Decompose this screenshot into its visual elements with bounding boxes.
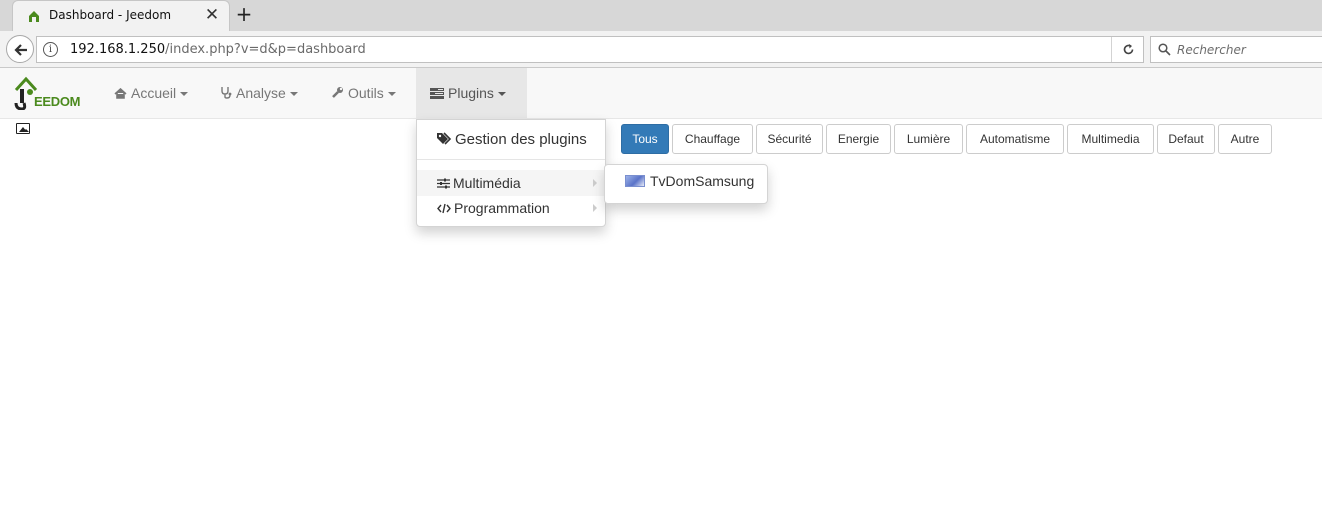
filter-automatisme[interactable]: Automatisme [966, 124, 1064, 154]
back-button[interactable] [6, 35, 34, 63]
back-arrow-icon [14, 44, 27, 56]
url-host: 192.168.1.250 [70, 42, 166, 57]
reload-button[interactable] [1111, 37, 1144, 62]
submenu-tvdomsamsung[interactable]: TvDomSamsung [605, 173, 767, 189]
browser-tab[interactable]: Dashboard - Jeedom ✕ [12, 0, 230, 31]
picture-icon[interactable] [16, 123, 30, 134]
url-text: 192.168.1.250/index.php?v=d&p=dashboard [70, 42, 366, 57]
nav-plugins[interactable]: Plugins [416, 68, 527, 119]
chevron-right-icon [593, 204, 597, 212]
jeedom-favicon-icon [29, 11, 39, 22]
plugins-dropdown-menu: Gestion des plugins Multimédia Programma… [416, 119, 606, 227]
nav-accueil-label: Accueil [131, 85, 177, 101]
filter-securite[interactable]: Sécurité [756, 124, 823, 154]
info-icon[interactable]: i [43, 42, 58, 57]
url-path: /index.php?v=d&p=dashboard [165, 42, 366, 57]
menu-divider [417, 159, 605, 160]
caret-down-icon [289, 92, 298, 97]
home-icon [114, 88, 127, 99]
submenu-tvdomsamsung-label: TvDomSamsung [650, 173, 755, 189]
nav-analyse-label: Analyse [236, 85, 286, 101]
browser-toolbar: i 192.168.1.250/index.php?v=d&p=dashboar… [0, 31, 1322, 68]
filter-multimedia[interactable]: Multimedia [1067, 124, 1154, 154]
filter-lumiere[interactable]: Lumière [894, 124, 963, 154]
nav-analyse[interactable]: Analyse [206, 68, 312, 119]
nav-outils[interactable]: Outils [317, 68, 410, 119]
filter-chauffage[interactable]: Chauffage [672, 124, 753, 154]
search-bar[interactable]: Rechercher [1150, 36, 1322, 63]
filter-autre[interactable]: Autre [1218, 124, 1272, 154]
tags-icon [437, 132, 452, 145]
wrench-icon [332, 87, 343, 98]
jeedom-logo[interactable]: EEDOM [14, 76, 88, 112]
code-icon [437, 203, 451, 214]
multimedia-submenu: TvDomSamsung [604, 164, 768, 204]
tvdomsamsung-plugin-icon [625, 175, 645, 187]
menu-gestion-label: Gestion des plugins [455, 131, 587, 148]
menu-multimedia-label: Multimédia [453, 175, 521, 191]
reload-icon [1123, 44, 1134, 55]
menu-programmation-label: Programmation [454, 200, 550, 216]
search-placeholder: Rechercher [1177, 43, 1246, 57]
caret-down-icon [497, 92, 506, 97]
menu-gestion-plugins[interactable]: Gestion des plugins [417, 130, 605, 150]
chevron-right-icon [593, 179, 597, 187]
filter-tous[interactable]: Tous [621, 124, 669, 154]
nav-plugins-label: Plugins [448, 85, 494, 101]
stethoscope-icon [221, 87, 232, 99]
browser-tab-strip: Dashboard - Jeedom ✕ + [0, 0, 1322, 31]
caret-down-icon [387, 92, 396, 97]
menu-programmation[interactable]: Programmation [417, 197, 605, 219]
nav-accueil[interactable]: Accueil [100, 68, 202, 119]
tab-close-icon[interactable]: ✕ [203, 5, 221, 25]
tasks-icon [430, 88, 444, 99]
menu-multimedia[interactable]: Multimédia [417, 170, 605, 196]
filter-energie[interactable]: Energie [826, 124, 891, 154]
logo-text: EEDOM [34, 94, 81, 109]
search-icon [1158, 43, 1171, 56]
app-navbar: EEDOM Accueil Analyse Outils Plugins [0, 68, 1322, 119]
caret-down-icon [180, 92, 189, 97]
filter-defaut[interactable]: Defaut [1157, 124, 1215, 154]
tab-title: Dashboard - Jeedom [49, 8, 172, 22]
nav-outils-label: Outils [348, 85, 384, 101]
url-bar[interactable]: i 192.168.1.250/index.php?v=d&p=dashboar… [36, 36, 1144, 63]
sliders-icon [437, 178, 450, 189]
new-tab-icon[interactable]: + [234, 3, 254, 25]
